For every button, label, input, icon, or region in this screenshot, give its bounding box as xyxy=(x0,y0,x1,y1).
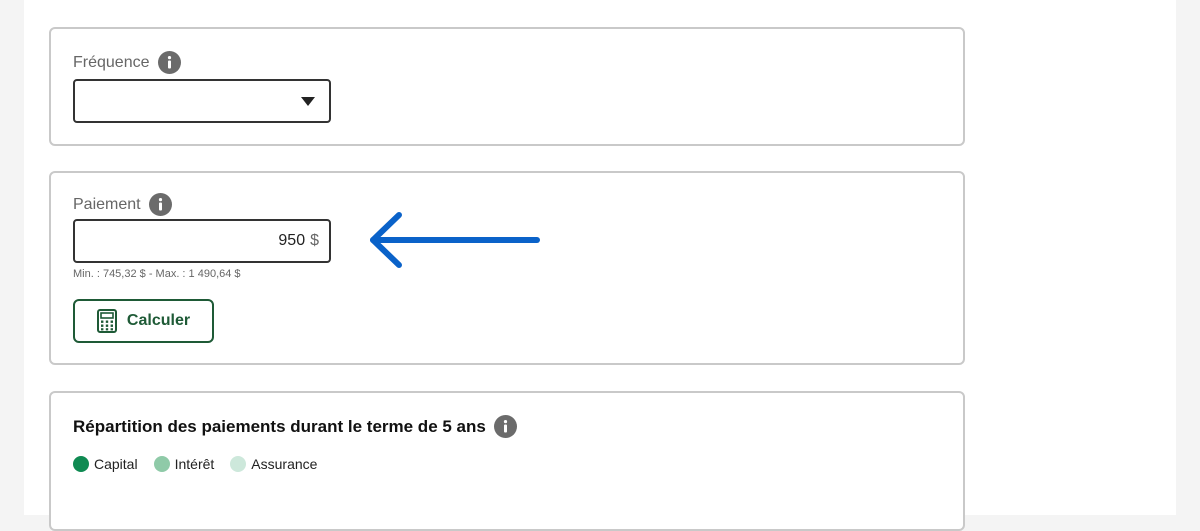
annotation-arrow-icon xyxy=(370,212,540,268)
payment-input-value: 950 xyxy=(278,232,306,249)
calculate-button-label: Calculer xyxy=(126,312,191,329)
legend-label-interest: Intérêt xyxy=(174,456,215,472)
info-icon[interactable] xyxy=(157,51,181,74)
payment-label: Paiement xyxy=(73,195,141,213)
calculate-button[interactable]: Calculer xyxy=(73,299,214,343)
page-content: Fréquence Paiement 950 $ Min.: 745,32 $… xyxy=(24,0,1176,531)
frequency-label-row: Fréquence xyxy=(73,51,181,74)
payment-range-hint: Min. : 745,32 $ - Max. : 1 490,64 $ xyxy=(73,268,241,280)
frequency-select[interactable] xyxy=(73,79,331,123)
legend-item-interest: Intérêt xyxy=(153,456,215,472)
breakdown-legend: Capital Intérêt Assurance xyxy=(73,456,333,472)
payment-input[interactable]: 950 $ xyxy=(73,219,331,263)
payment-input-unit: $ xyxy=(310,232,319,249)
legend-swatch-insurance xyxy=(230,456,247,472)
legend-item-insurance: Assurance xyxy=(230,456,317,472)
legend-swatch-capital xyxy=(73,456,89,472)
breakdown-section: Répartition des paiements durant le term… xyxy=(49,391,965,531)
payment-label-row: Paiement xyxy=(73,193,172,216)
frequency-section: Fréquence xyxy=(49,27,965,146)
chevron-down-icon xyxy=(301,97,315,106)
legend-item-capital: Capital xyxy=(73,456,138,472)
info-icon[interactable] xyxy=(148,193,172,216)
legend-swatch-interest xyxy=(153,456,170,472)
breakdown-title: Répartition des paiements durant le term… xyxy=(73,416,486,436)
breakdown-title-row: Répartition des paiements durant le term… xyxy=(73,415,517,438)
legend-label-capital: Capital xyxy=(94,456,138,472)
calculator-icon xyxy=(96,309,117,333)
frequency-label: Fréquence xyxy=(73,53,150,71)
info-icon[interactable] xyxy=(493,415,517,438)
legend-label-insurance: Assurance xyxy=(251,456,318,472)
